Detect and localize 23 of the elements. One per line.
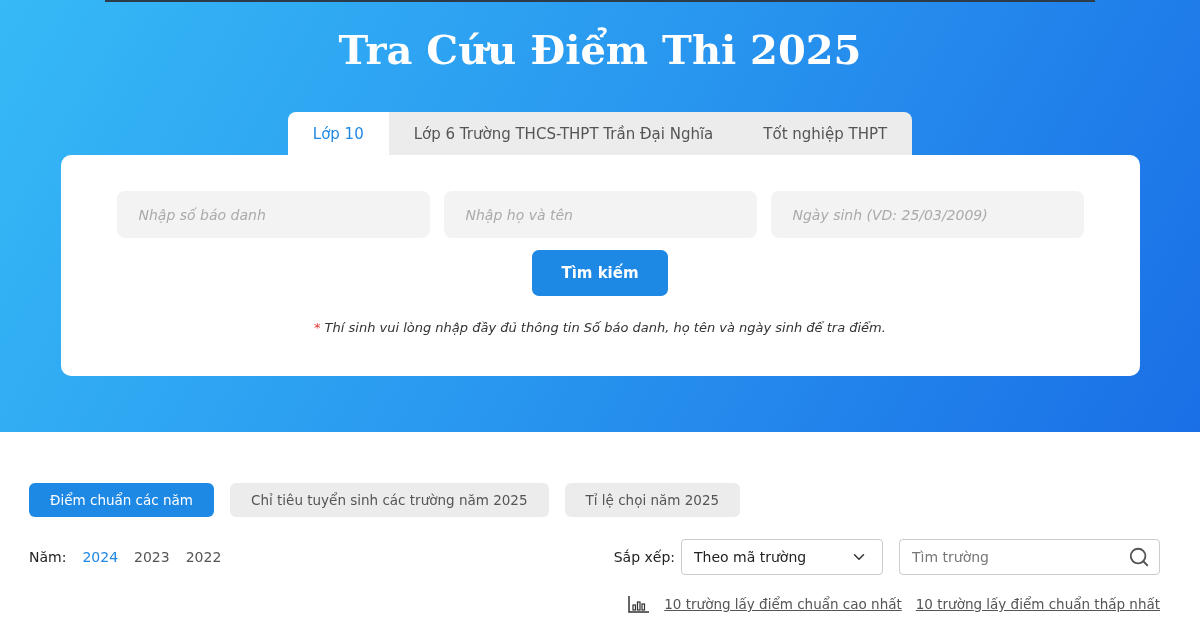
exam-tab[interactable]: Lớp 10: [287, 112, 389, 155]
school-search-field[interactable]: Tìm trường: [899, 539, 1160, 575]
bar-chart-icon: [628, 595, 651, 613]
input-field[interactable]: Ngày sinh (VD: 25/03/2009): [770, 191, 1084, 238]
ranking-link[interactable]: 10 trường lấy điểm chuẩn cao nhất: [664, 596, 902, 612]
search-icon: [1128, 546, 1150, 568]
sort-label: Sắp xếp:: [613, 549, 675, 565]
year-link[interactable]: 2024: [82, 549, 119, 565]
sort-dropdown[interactable]: Theo mã trường: [681, 539, 883, 575]
search-button[interactable]: Tìm kiếm: [532, 250, 668, 296]
filter-tab[interactable]: Tỉ lệ chọi năm 2025: [564, 483, 741, 517]
note-text: * Thí sinh vui lòng nhập đầy đủ thông tin Số báo danh, họ tên và ngày sinh để tra điểm.: [314, 320, 886, 335]
input-field[interactable]: Nhập họ và tên: [443, 191, 757, 238]
year-link[interactable]: 2022: [185, 549, 222, 565]
input-field[interactable]: Nhập số báo danh: [116, 191, 430, 238]
filter-tab[interactable]: Chỉ tiêu tuyển sinh các trường năm 2025: [230, 483, 549, 517]
exam-tab[interactable]: Tốt nghiệp THPT: [738, 112, 913, 155]
year-label: Năm:: [29, 549, 67, 565]
year-link[interactable]: 2023: [134, 549, 170, 565]
filter-tab[interactable]: Điểm chuẩn các năm: [29, 483, 214, 517]
ranking-link[interactable]: 10 trường lấy điểm chuẩn thấp nhất: [915, 596, 1160, 612]
exam-tab[interactable]: Lớp 6 Trường THCS-THPT Trần Đại Nghĩa: [388, 112, 739, 155]
page-title: Tra Cứu Điểm Thi 2025: [338, 26, 862, 75]
